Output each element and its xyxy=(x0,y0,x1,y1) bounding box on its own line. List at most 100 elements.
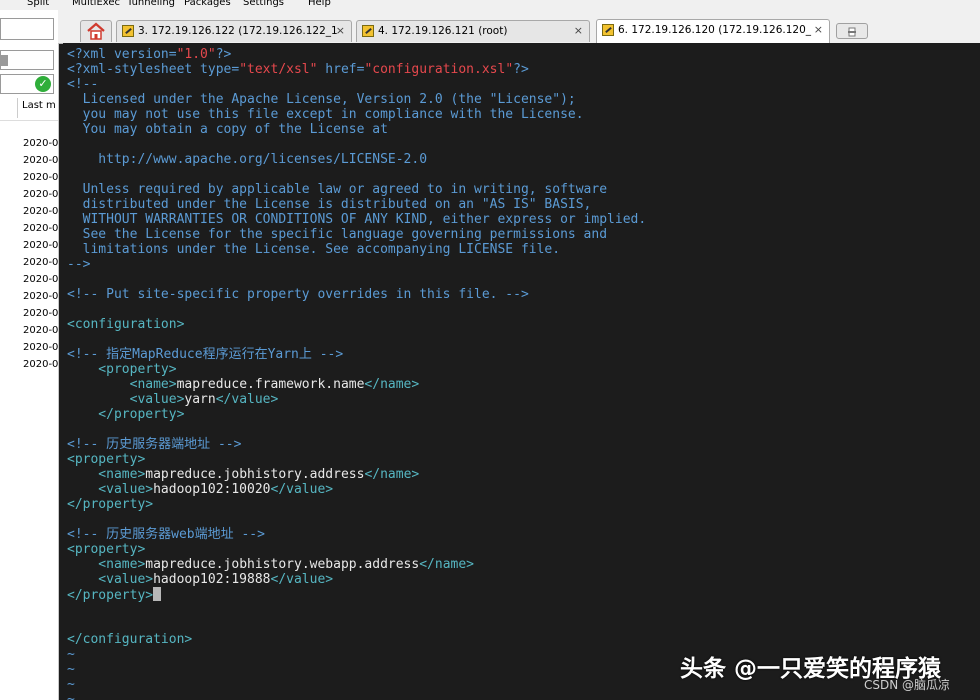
terminal-token: See the License for the specific languag… xyxy=(67,227,608,242)
terminal-token: <configuration> xyxy=(67,317,185,332)
terminal-token: </configuration> xyxy=(67,632,193,647)
list-item[interactable]: 2020-0 xyxy=(23,188,58,202)
terminal-token: <property> xyxy=(67,452,146,467)
menu-multiexec[interactable]: MultiExec xyxy=(72,0,120,10)
tab-session-6[interactable]: 6. 172.19.126.120 (172.19.126.120_ × xyxy=(596,19,830,43)
terminal-token: </value> xyxy=(215,392,279,407)
menu-split[interactable]: Split xyxy=(27,0,49,10)
menu-packages[interactable]: Packages xyxy=(184,0,231,10)
tab-label: 4. 172.19.126.121 (root) xyxy=(378,25,508,37)
terminal-token: <value> xyxy=(67,572,154,587)
session-tab-bar: 3. 172.19.126.122 (172.19.126.122_1 × 4.… xyxy=(58,10,980,44)
terminal-token: <name> xyxy=(67,467,146,482)
tab-session-3[interactable]: 3. 172.19.126.122 (172.19.126.122_1 × xyxy=(116,20,352,42)
terminal-token: limitations under the License. See accom… xyxy=(67,242,561,257)
list-item[interactable]: 2020-0 xyxy=(23,341,58,355)
menu-tunneling[interactable]: Tunneling xyxy=(127,0,175,10)
terminal-token: </value> xyxy=(270,482,334,497)
terminal-token: </property> xyxy=(67,588,154,603)
terminal-line: ~ xyxy=(67,662,646,677)
tab-session-4[interactable]: 4. 172.19.126.121 (root) × xyxy=(356,20,590,42)
terminal-line: </configuration> xyxy=(67,632,646,647)
terminal-token: "1.0" xyxy=(176,47,216,62)
terminal-token: <?xml-stylesheet type= xyxy=(67,62,240,77)
terminal-token: <!-- xyxy=(67,77,99,92)
menu-settings[interactable]: Settings xyxy=(243,0,284,10)
sidebar-search-input[interactable] xyxy=(0,18,54,40)
terminal-text: <?xml version="1.0"?> <?xml-stylesheet ty… xyxy=(67,47,646,700)
list-item[interactable]: 2020-0 xyxy=(23,273,58,287)
terminal-token: Unless required by applicable law or agr… xyxy=(67,182,608,197)
terminal-view[interactable]: <?xml version="1.0"?> <?xml-stylesheet ty… xyxy=(63,43,980,700)
terminal-line: <!-- 历史服务器端地址 --> xyxy=(67,437,646,452)
terminal-line: <?xml-stylesheet type="text/xsl" href="c… xyxy=(67,62,646,77)
terminal-token: ~ xyxy=(67,647,75,662)
list-item[interactable]: 2020-0 xyxy=(23,222,58,236)
sidebar: ✓ Last m 2020-0 2020-0 2020-0 2020-0 202… xyxy=(0,10,59,700)
terminal-line: <name>mapreduce.framework.name</name> xyxy=(67,377,646,392)
terminal-token: hadoop102:10020 xyxy=(153,482,271,497)
close-icon[interactable]: × xyxy=(574,24,583,37)
new-tab-button[interactable] xyxy=(836,23,868,39)
terminal-token: you may not use this file except in comp… xyxy=(67,107,584,122)
watermark-sub: CSDN @脑瓜凉 xyxy=(864,678,951,692)
list-item[interactable]: 2020-0 xyxy=(23,239,58,253)
date-column-header[interactable]: Last m xyxy=(0,96,58,121)
terminal-line: <value>hadoop102:19888</value> xyxy=(67,572,646,587)
terminal-line: <!-- 指定MapReduce程序运行在Yarn上 --> xyxy=(67,347,646,362)
terminal-token: ?> xyxy=(513,62,529,77)
terminal-token: WITHOUT WARRANTIES OR CONDITIONS OF ANY … xyxy=(67,212,647,227)
terminal-line: See the License for the specific languag… xyxy=(67,227,646,242)
terminal-line: ~ xyxy=(67,647,646,662)
list-item[interactable]: 2020-0 xyxy=(23,307,58,321)
plus-icon xyxy=(848,27,856,37)
list-item[interactable]: 2020-0 xyxy=(23,256,58,270)
terminal-line: <value>yarn</value> xyxy=(67,392,646,407)
sidebar-filter-field[interactable]: ✓ xyxy=(0,74,54,94)
close-icon[interactable]: × xyxy=(336,24,345,37)
terminal-line: http://www.apache.org/licenses/LICENSE-2… xyxy=(67,152,646,167)
terminal-icon xyxy=(362,25,374,37)
list-item[interactable]: 2020-0 xyxy=(23,171,58,185)
list-item[interactable]: 2020-0 xyxy=(23,154,58,168)
terminal-line: --> xyxy=(67,257,646,272)
menu-bar: Split MultiExec Tunneling Packages Setti… xyxy=(0,0,980,10)
list-item[interactable]: 2020-0 xyxy=(23,205,58,219)
home-tab[interactable] xyxy=(80,20,112,42)
terminal-line: WITHOUT WARRANTIES OR CONDITIONS OF ANY … xyxy=(67,212,647,227)
terminal-token: "text/xsl" xyxy=(239,62,318,77)
tab-label: 3. 172.19.126.122 (172.19.126.122_1 xyxy=(138,25,338,37)
terminal-token: mapreduce.framework.name xyxy=(176,377,365,392)
terminal-line: <?xml version="1.0"?> xyxy=(67,47,646,62)
sidebar-path-field[interactable] xyxy=(0,50,54,70)
terminal-token: You may obtain a copy of the License at xyxy=(67,122,388,137)
terminal-token: <value> xyxy=(67,482,154,497)
terminal-token: --> xyxy=(67,257,91,272)
check-icon[interactable]: ✓ xyxy=(35,76,51,92)
terminal-line: distributed under the License is distrib… xyxy=(67,197,646,212)
terminal-token: <name> xyxy=(67,377,177,392)
terminal-icon xyxy=(122,25,134,37)
menu-help[interactable]: Help xyxy=(308,0,331,10)
close-icon[interactable]: × xyxy=(814,23,823,36)
text-cursor xyxy=(153,587,162,601)
terminal-line: <name>mapreduce.jobhistory.address</name… xyxy=(67,467,646,482)
list-item[interactable]: 2020-0 xyxy=(23,290,58,304)
list-item[interactable]: 2020-0 xyxy=(23,358,58,372)
list-item[interactable]: 2020-0 xyxy=(23,137,58,151)
terminal-line: <!-- xyxy=(67,77,646,92)
list-item[interactable]: 2020-0 xyxy=(23,324,58,338)
terminal-token: ~ xyxy=(67,662,75,677)
terminal-line: limitations under the License. See accom… xyxy=(67,242,646,257)
terminal-line: </property> xyxy=(67,407,646,422)
terminal-line: <property> xyxy=(67,452,646,467)
terminal-token: <!-- 历史服务器web端地址 --> xyxy=(67,527,265,542)
terminal-line: <name>mapreduce.jobhistory.webapp.addres… xyxy=(67,557,646,572)
terminal-token: </name> xyxy=(419,557,475,572)
terminal-token: <?xml version= xyxy=(67,47,177,62)
terminal-line: Unless required by applicable law or agr… xyxy=(67,182,646,197)
